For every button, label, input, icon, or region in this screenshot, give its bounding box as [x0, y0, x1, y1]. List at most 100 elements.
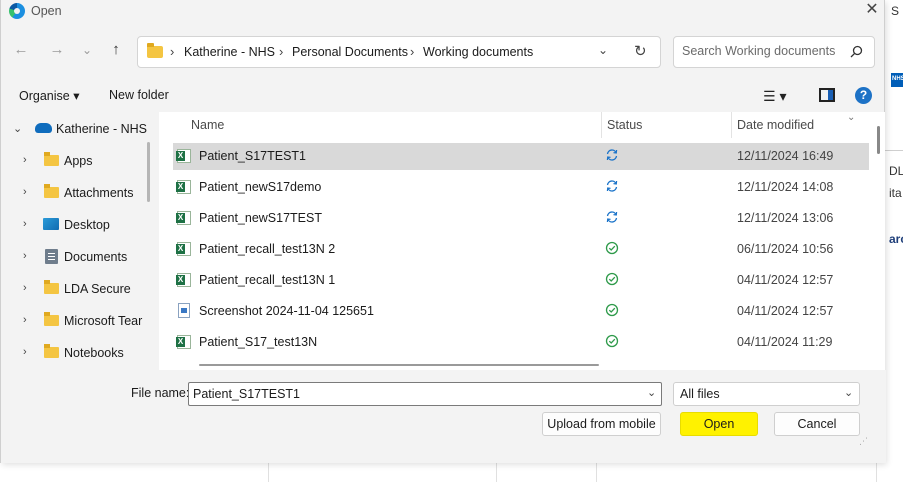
file-row[interactable]: Screenshot 2024-11-04 125651 04/11/2024 … — [173, 298, 869, 325]
up-button[interactable]: ↑ — [104, 38, 128, 62]
column-header-name[interactable]: Name — [191, 112, 224, 138]
search-input[interactable] — [682, 44, 842, 58]
file-name-input[interactable] — [193, 387, 633, 401]
nav-item-lda-secure[interactable]: › LDA Secure — [1, 274, 153, 302]
nav-item-microsoft-teams[interactable]: › Microsoft Tear — [1, 306, 153, 334]
sort-chevron-icon: ⌄ — [847, 112, 856, 123]
dialog-title: Open — [31, 4, 62, 18]
chevron-right-icon[interactable]: › — [23, 186, 27, 198]
background-divider — [596, 462, 597, 482]
nav-item-label: LDA Secure — [64, 282, 131, 296]
chevron-down-icon[interactable]: ⌄ — [598, 43, 608, 57]
nav-pane-scrollbar[interactable] — [147, 142, 150, 202]
refresh-icon[interactable]: ↻ — [634, 42, 647, 60]
title-bar: Open ✕ — [1, 0, 886, 22]
file-name: Screenshot 2024-11-04 125651 — [199, 304, 374, 318]
resize-grip-icon[interactable]: ⋰ — [859, 436, 869, 446]
folder-icon — [44, 280, 59, 294]
new-folder-button[interactable]: New folder — [109, 88, 169, 102]
breadcrumb-working-documents[interactable]: Working documents — [423, 45, 533, 59]
preview-pane-icon[interactable] — [819, 88, 835, 102]
nav-item-label: Katherine - NHS — [56, 122, 148, 136]
nav-item-apps[interactable]: › Apps — [1, 146, 153, 174]
background-divider — [268, 462, 269, 482]
background-window: S E NHS DL - ita arc — [884, 0, 903, 482]
cloud-icon — [35, 123, 52, 133]
address-bar[interactable]: › Katherine - NHS › Personal Documents ›… — [137, 36, 661, 68]
excel-file-icon — [176, 242, 191, 256]
chevron-right-icon[interactable]: › — [23, 218, 27, 230]
nav-item-notebooks[interactable]: › Notebooks — [1, 338, 153, 366]
file-type-select[interactable]: All files ⌄ — [673, 382, 860, 406]
chevron-right-icon[interactable]: › — [23, 346, 27, 358]
view-options-button[interactable]: ☰ ▾ — [763, 88, 786, 105]
column-header-date-modified[interactable]: Date modified — [737, 112, 814, 138]
nav-item-label: Notebooks — [64, 346, 124, 360]
forward-button[interactable]: → — [45, 38, 69, 62]
chevron-right-icon[interactable]: › — [23, 282, 27, 294]
background-divider — [885, 150, 903, 151]
file-list-horizontal-scrollbar[interactable] — [199, 364, 599, 366]
file-name: Patient_recall_test13N 2 — [199, 242, 336, 256]
chevron-right-icon[interactable]: › — [23, 154, 27, 166]
file-name: Patient_newS17demo — [199, 180, 322, 194]
breadcrumb-separator: › — [170, 44, 175, 59]
nhs-logo: NHS — [891, 73, 903, 87]
file-row[interactable]: Patient_S17TEST1 12/11/2024 16:49 — [173, 143, 869, 170]
back-button[interactable]: ← — [9, 38, 33, 62]
file-name: Patient_S17_test13N — [199, 335, 318, 349]
file-row[interactable]: Patient_recall_test13N 2 06/11/2024 10:5… — [173, 236, 869, 263]
column-header-status[interactable]: Status — [607, 112, 642, 138]
folder-icon — [147, 43, 163, 58]
chevron-down-icon[interactable]: ⌄ — [13, 122, 22, 135]
file-date: 12/11/2024 14:08 — [737, 180, 834, 194]
file-list: Name Status Date modified ⌄ Patient_S17T… — [159, 112, 885, 370]
chevron-right-icon[interactable]: › — [23, 314, 27, 326]
excel-file-icon — [176, 149, 191, 163]
synced-check-icon — [605, 241, 619, 255]
sync-pending-icon — [606, 149, 618, 161]
recent-locations-button[interactable]: ⌄ — [75, 38, 99, 62]
column-divider[interactable] — [601, 112, 602, 138]
nav-item-label: Microsoft Tear — [64, 314, 143, 328]
excel-file-icon — [176, 335, 191, 349]
file-row[interactable]: Patient_recall_test13N 1 04/11/2024 12:5… — [173, 267, 869, 294]
background-text-1: DL - — [889, 164, 903, 178]
synced-check-icon — [605, 303, 619, 317]
file-row[interactable]: Patient_S17_test13N 04/11/2024 11:29 — [173, 329, 869, 356]
help-icon[interactable]: ? — [855, 87, 872, 104]
file-name: Patient_newS17TEST — [199, 211, 322, 225]
nav-item-desktop[interactable]: › Desktop — [1, 210, 153, 238]
file-list-vertical-scrollbar[interactable] — [877, 126, 880, 154]
file-row[interactable]: Patient_newS17TEST 12/11/2024 13:06 — [173, 205, 869, 232]
background-divider — [876, 462, 877, 482]
breadcrumb-katherine-nhs[interactable]: Katherine - NHS — [184, 45, 275, 59]
column-divider[interactable] — [731, 112, 732, 138]
open-button[interactable]: Open — [680, 412, 758, 436]
organise-button[interactable]: Organise ▾ — [19, 88, 79, 103]
nav-item-label: Apps — [64, 154, 93, 168]
nav-item-attachments[interactable]: › Attachments — [1, 178, 153, 206]
file-date: 12/11/2024 13:06 — [737, 211, 834, 225]
command-bar: Organise ▾ New folder ☰ ▾ ? — [1, 82, 886, 110]
chevron-right-icon[interactable]: › — [23, 250, 27, 262]
breadcrumb-personal-documents[interactable]: Personal Documents — [292, 45, 408, 59]
excel-file-icon — [176, 273, 191, 287]
nav-item-label: Documents — [64, 250, 128, 264]
close-button[interactable]: ✕ — [859, 0, 885, 22]
chevron-down-icon[interactable]: ⌄ — [647, 386, 656, 399]
cancel-button[interactable]: Cancel — [774, 412, 860, 436]
chevron-down-icon: ⌄ — [844, 387, 854, 399]
search-icon[interactable] — [848, 44, 864, 60]
nav-item-label: Attachments — [64, 186, 134, 200]
file-row[interactable]: Patient_newS17demo 12/11/2024 14:08 — [173, 174, 869, 201]
synced-check-icon — [605, 334, 619, 348]
navigation-pane: ⌄ Katherine - NHS › Apps › Attachments ›… — [1, 112, 153, 370]
nav-item-katherine-nhs[interactable]: ⌄ Katherine - NHS — [1, 114, 153, 142]
upload-from-mobile-button[interactable]: Upload from mobile — [542, 412, 661, 436]
background-text-2: ita — [889, 186, 902, 200]
nav-item-documents[interactable]: › Documents — [1, 242, 153, 270]
breadcrumb-separator: › — [279, 44, 284, 59]
folder-icon — [44, 344, 59, 358]
background-divider — [496, 462, 497, 482]
